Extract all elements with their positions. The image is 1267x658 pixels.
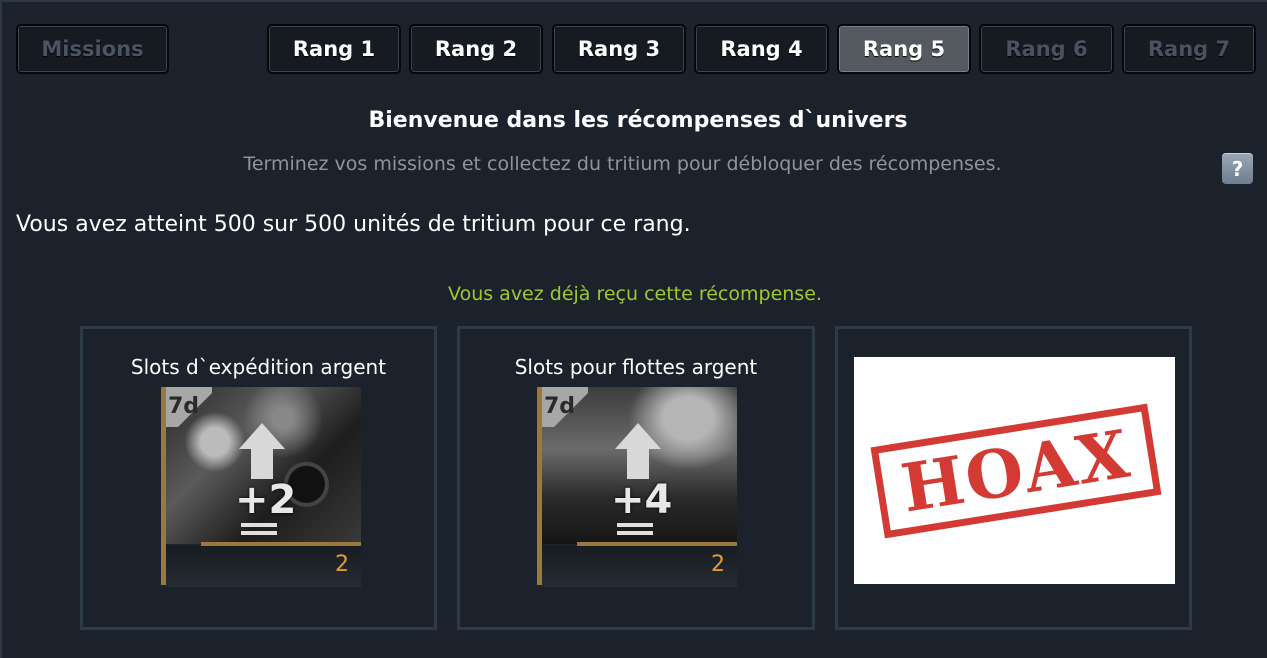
page-title: Bienvenue dans les récompenses d`univers [368,108,908,133]
tab-rang-6[interactable]: Rang 6 [979,24,1114,74]
tab-rang-7[interactable]: Rang 7 [1122,24,1256,74]
reward-label: Slots pour flottes argent [514,355,758,379]
hoax-image: HOAX [854,357,1175,584]
item-footer [166,546,361,587]
expedition-slots-icon[interactable]: 7d +2 2 [161,387,361,587]
frame-top-edge [0,0,1267,2]
reward-status-text: Vous avez déjà reçu cette récompense. [448,283,822,305]
frame-border [577,542,737,546]
tritium-progress-text: Vous avez atteint 500 sur 500 unités de … [16,212,691,237]
reward-card-hoax[interactable]: HOAX [835,326,1192,630]
hoax-stamp-text: HOAX [896,414,1136,528]
tab-rang-4[interactable]: Rang 4 [694,24,829,74]
upgrade-arrow-icon [615,423,661,479]
reward-card-fleet[interactable]: Slots pour flottes argent 7d +4 2 [457,326,815,630]
tab-rang-2[interactable]: Rang 2 [409,24,543,74]
reward-label: Slots d`expédition argent [130,355,387,379]
upgrade-arrow-icon [239,423,285,479]
equals-icon [617,523,653,535]
item-count: 2 [711,552,725,577]
bonus-value: +4 [611,477,673,523]
tab-rang-1[interactable]: Rang 1 [267,24,401,74]
reward-card-expedition[interactable]: Slots d`expédition argent 7d +2 2 [80,326,437,630]
page-subtitle: Terminez vos missions et collectez du tr… [243,153,1002,175]
duration-badge: 7d [542,387,588,427]
tab-rang-5[interactable]: Rang 5 [837,24,971,74]
tab-rang-3[interactable]: Rang 3 [552,24,686,74]
fleet-slots-icon[interactable]: 7d +4 2 [537,387,737,587]
help-icon[interactable]: ? [1222,153,1253,184]
item-count: 2 [335,552,349,577]
equals-icon [241,523,277,535]
frame-left-edge [0,0,2,658]
bonus-value: +2 [235,477,297,523]
missions-button[interactable]: Missions [16,24,169,74]
hoax-stamp: HOAX [870,403,1162,539]
item-footer [542,546,737,587]
frame-border [201,542,361,546]
duration-badge: 7d [166,387,212,427]
